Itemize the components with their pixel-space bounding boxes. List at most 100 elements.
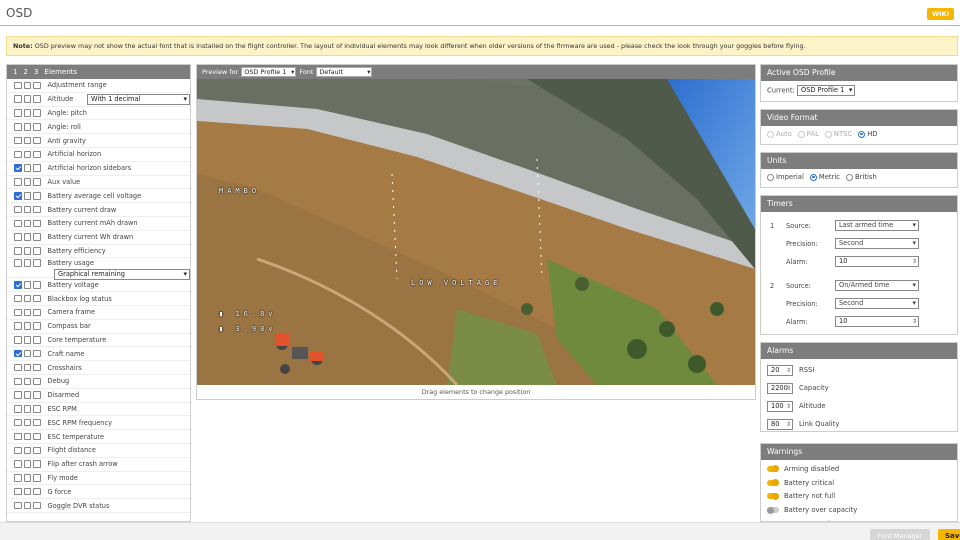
element-profile-3-checkbox[interactable]: [33, 487, 41, 496]
element-profile-1-checkbox[interactable]: [14, 136, 22, 145]
font-select[interactable]: Default: [316, 67, 373, 77]
element-profile-2-checkbox[interactable]: [23, 336, 31, 344]
element-profile-3-checkbox[interactable]: [33, 81, 41, 90]
element-profile-3-checkbox[interactable]: [33, 219, 41, 228]
element-profile-3-checkbox[interactable]: [33, 109, 41, 117]
element-profile-1-checkbox[interactable]: [14, 460, 22, 468]
element-profile-2-checkbox[interactable]: [23, 164, 31, 172]
element-profile-1-checkbox[interactable]: [14, 219, 22, 228]
warning-toggle[interactable]: [767, 492, 779, 500]
element-profile-2-checkbox[interactable]: [23, 294, 31, 303]
osd-battery-voltage[interactable]: ▮ 16.8v: [219, 310, 277, 318]
element-profile-3-checkbox[interactable]: [33, 308, 41, 317]
element-profile-1-checkbox[interactable]: [14, 294, 22, 303]
element-profile-1-checkbox[interactable]: [14, 281, 22, 289]
element-profile-1-checkbox[interactable]: [14, 501, 22, 510]
element-profile-1-checkbox[interactable]: [14, 418, 22, 427]
units-option[interactable]: British: [846, 173, 877, 181]
element-profile-1-checkbox[interactable]: [14, 150, 22, 159]
element-profile-3-checkbox[interactable]: [33, 247, 41, 255]
alarm-value-input[interactable]: 80: [767, 418, 793, 430]
element-profile-1-checkbox[interactable]: [14, 95, 22, 103]
element-profile-3-checkbox[interactable]: [33, 418, 41, 427]
element-profile-3-checkbox[interactable]: [33, 281, 41, 289]
element-profile-2-checkbox[interactable]: [23, 192, 31, 200]
element-profile-3-checkbox[interactable]: [33, 474, 41, 482]
element-variant-select[interactable]: With 1 decimal: [87, 93, 190, 105]
element-profile-3-checkbox[interactable]: [33, 349, 41, 358]
element-profile-2-checkbox[interactable]: [23, 259, 31, 267]
element-profile-2-checkbox[interactable]: [23, 81, 31, 90]
element-profile-2-checkbox[interactable]: [23, 150, 31, 159]
element-profile-2-checkbox[interactable]: [23, 391, 31, 399]
element-profile-3-checkbox[interactable]: [33, 377, 41, 386]
element-profile-2-checkbox[interactable]: [23, 178, 31, 186]
element-profile-2-checkbox[interactable]: [23, 219, 31, 228]
element-profile-3-checkbox[interactable]: [33, 294, 41, 303]
element-profile-2-checkbox[interactable]: [23, 205, 31, 214]
timer-alarm-input[interactable]: 10: [835, 316, 919, 327]
units-radio[interactable]: [767, 173, 774, 181]
element-profile-2-checkbox[interactable]: [23, 446, 31, 455]
element-profile-1-checkbox[interactable]: [14, 336, 22, 344]
element-profile-2-checkbox[interactable]: [23, 123, 31, 131]
font-manager-button[interactable]: Font Manager: [870, 529, 930, 540]
video-format-option[interactable]: HD: [858, 130, 878, 138]
element-profile-2-checkbox[interactable]: [23, 233, 31, 241]
timer-precision-select[interactable]: Second: [835, 238, 919, 249]
warning-toggle[interactable]: [767, 479, 779, 487]
element-profile-3-checkbox[interactable]: [33, 322, 41, 330]
timer-source-select[interactable]: Last armed time: [835, 220, 919, 231]
element-profile-1-checkbox[interactable]: [14, 349, 22, 358]
element-profile-3-checkbox[interactable]: [33, 178, 41, 186]
element-profile-2-checkbox[interactable]: [23, 95, 31, 103]
element-profile-3-checkbox[interactable]: [33, 150, 41, 159]
element-profile-1-checkbox[interactable]: [14, 178, 22, 186]
element-profile-1-checkbox[interactable]: [14, 192, 22, 200]
element-profile-1-checkbox[interactable]: [14, 247, 22, 255]
element-profile-3-checkbox[interactable]: [33, 192, 41, 200]
units-radio[interactable]: [846, 173, 853, 181]
element-profile-1-checkbox[interactable]: [14, 308, 22, 317]
element-profile-1-checkbox[interactable]: [14, 363, 22, 372]
video-format-radio[interactable]: [858, 130, 866, 138]
element-profile-1-checkbox[interactable]: [14, 487, 22, 496]
units-radio[interactable]: [809, 173, 817, 181]
element-profile-2-checkbox[interactable]: [23, 377, 31, 386]
element-profile-3-checkbox[interactable]: [33, 432, 41, 441]
element-profile-1-checkbox[interactable]: [14, 446, 22, 455]
osd-warning[interactable]: LOW VOLTAGE: [411, 279, 501, 287]
element-profile-3-checkbox[interactable]: [33, 446, 41, 455]
element-profile-1-checkbox[interactable]: [14, 474, 22, 482]
element-profile-2-checkbox[interactable]: [23, 136, 31, 145]
element-profile-1-checkbox[interactable]: [14, 81, 22, 90]
timer-source-select[interactable]: On/Armed time: [835, 280, 919, 291]
element-profile-3-checkbox[interactable]: [33, 460, 41, 468]
element-profile-3-checkbox[interactable]: [33, 136, 41, 145]
alarm-value-input[interactable]: 2200: [767, 382, 793, 394]
wiki-button[interactable]: WIKI: [926, 8, 954, 20]
alarm-value-input[interactable]: 100: [767, 400, 793, 412]
element-profile-1-checkbox[interactable]: [14, 205, 22, 214]
element-profile-2-checkbox[interactable]: [23, 474, 31, 482]
element-profile-1-checkbox[interactable]: [14, 405, 22, 413]
osd-avg-cell-voltage[interactable]: ▮ 3.98v: [219, 325, 277, 333]
element-profile-2-checkbox[interactable]: [23, 432, 31, 441]
preview-profile-select[interactable]: OSD Profile 1: [241, 67, 297, 77]
alarm-value-input[interactable]: 20: [767, 364, 793, 376]
element-profile-3-checkbox[interactable]: [33, 501, 41, 510]
element-profile-3-checkbox[interactable]: [33, 123, 41, 131]
warning-toggle[interactable]: [767, 465, 779, 473]
element-profile-2-checkbox[interactable]: [23, 349, 31, 358]
element-profile-3-checkbox[interactable]: [33, 95, 41, 103]
element-profile-2-checkbox[interactable]: [23, 363, 31, 372]
element-profile-3-checkbox[interactable]: [33, 259, 41, 267]
element-profile-2-checkbox[interactable]: [23, 460, 31, 468]
element-profile-2-checkbox[interactable]: [23, 109, 31, 117]
element-profile-3-checkbox[interactable]: [33, 405, 41, 413]
timer-precision-select[interactable]: Second: [835, 298, 919, 309]
element-profile-3-checkbox[interactable]: [33, 391, 41, 399]
units-option[interactable]: Imperial: [767, 173, 804, 181]
element-profile-2-checkbox[interactable]: [23, 487, 31, 496]
element-profile-2-checkbox[interactable]: [23, 322, 31, 330]
